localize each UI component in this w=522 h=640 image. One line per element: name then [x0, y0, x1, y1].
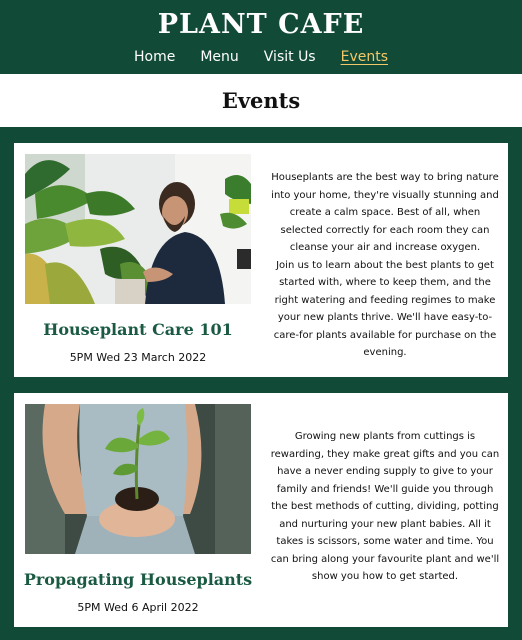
site-header: PLANT CAFE Home Menu Visit Us Events [0, 0, 522, 74]
event-title: Houseplant Care 101 [43, 320, 233, 339]
event-description: Growing new plants from cuttings is rewa… [269, 428, 501, 586]
main-nav: Home Menu Visit Us Events [0, 48, 522, 66]
event-description-paragraph: Houseplants are the best way to bring na… [271, 172, 499, 253]
page-title: Events [221, 88, 301, 113]
nav-events[interactable]: Events [341, 48, 388, 66]
nav-visit-us[interactable]: Visit Us [264, 48, 316, 66]
event-description-paragraph: Join us to learn about the best plants t… [273, 259, 497, 359]
hands-holding-seedling-photo [25, 404, 251, 554]
nav-menu[interactable]: Menu [200, 48, 238, 66]
event-card-houseplant-care: Houseplant Care 101 5PM Wed 23 March 202… [14, 143, 508, 377]
site-title[interactable]: PLANT CAFE [0, 8, 522, 42]
event-description-paragraph: Growing new plants from cuttings is rewa… [270, 431, 500, 582]
man-tending-houseplants-photo [25, 154, 251, 304]
event-date: 5PM Wed 23 March 2022 [69, 351, 207, 364]
event-title: Propagating Houseplants [23, 570, 253, 589]
nav-home[interactable]: Home [134, 48, 175, 66]
event-description: Houseplants are the best way to bring na… [269, 169, 501, 362]
event-card-propagating-houseplants: Propagating Houseplants 5PM Wed 6 April … [14, 393, 508, 627]
page-heading-bar: Events [0, 74, 522, 127]
event-date: 5PM Wed 6 April 2022 [77, 601, 199, 614]
